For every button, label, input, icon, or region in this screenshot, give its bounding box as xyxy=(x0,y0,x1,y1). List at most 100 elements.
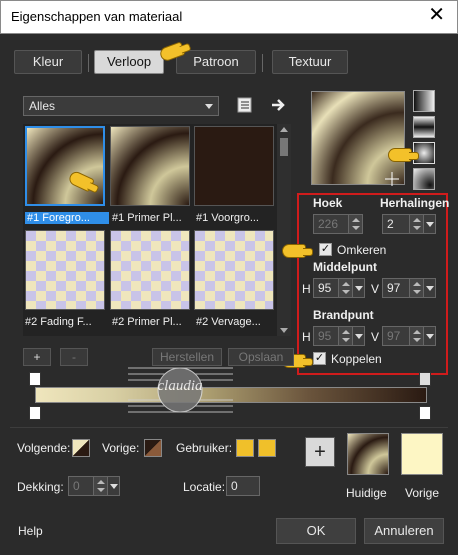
vorige-swatch[interactable] xyxy=(144,439,162,457)
category-value: Alles xyxy=(29,99,56,113)
middelpunt-h-input[interactable]: 95 xyxy=(313,278,365,298)
brandpunt-v-label: V xyxy=(371,330,380,344)
scroll-up-icon[interactable] xyxy=(280,127,288,132)
arrow-right-icon[interactable] xyxy=(270,96,288,114)
gradient-caption: #2 Vervage... xyxy=(196,316,261,328)
tab-kleur[interactable]: Kleur xyxy=(14,50,82,74)
locatie-input[interactable]: 0 xyxy=(226,476,260,496)
chevron-down-icon xyxy=(205,104,213,109)
opacity-stop-right[interactable] xyxy=(419,372,431,386)
close-icon[interactable]: ✕ xyxy=(428,5,445,25)
brandpunt-v-dropdown[interactable] xyxy=(423,327,435,345)
gradient-caption: #2 Primer Pl... xyxy=(112,316,182,328)
dekking-dropdown[interactable] xyxy=(107,477,119,495)
middelpunt-h-value: 95 xyxy=(318,281,332,295)
vorige-preview-swatch[interactable] xyxy=(401,433,443,475)
claudia-watermark: claudia xyxy=(128,367,233,413)
middelpunt-v-input[interactable]: 97 xyxy=(382,278,436,298)
gradient-caption: #1 Primer Pl... xyxy=(112,212,182,224)
watermark-text: claudia xyxy=(158,378,203,394)
gradient-caption: #2 Fading F... xyxy=(25,316,92,328)
title-bar: Eigenschappen van materiaal ✕ xyxy=(0,0,458,34)
tab-patroon[interactable]: Patroon xyxy=(176,50,256,74)
gradient-thumb-3[interactable] xyxy=(194,126,274,206)
scroll-thumb[interactable] xyxy=(280,138,288,156)
huidige-label: Huidige xyxy=(346,486,387,500)
help-link[interactable]: Help xyxy=(18,524,43,538)
radial-gradient-button[interactable] xyxy=(413,168,435,190)
gebruiker-swatch-2[interactable] xyxy=(258,439,276,457)
brandpunt-v-stepper[interactable] xyxy=(409,327,423,345)
hoek-stepper[interactable] xyxy=(348,215,362,233)
ok-button[interactable]: OK xyxy=(276,518,356,544)
koppelen-checkbox[interactable]: ✓ xyxy=(313,352,326,365)
herhalingen-input[interactable]: 2 xyxy=(382,214,436,234)
herhalingen-dropdown[interactable] xyxy=(423,215,435,233)
middelpunt-h-dropdown[interactable] xyxy=(352,279,364,297)
middelpunt-h-label: H xyxy=(302,282,311,296)
middelpunt-v-value: 97 xyxy=(387,281,401,295)
section-divider xyxy=(10,427,448,428)
window-title: Eigenschappen van materiaal xyxy=(11,9,183,24)
color-stop-left[interactable] xyxy=(29,406,41,420)
locatie-value: 0 xyxy=(231,479,238,493)
gradient-thumb-2[interactable] xyxy=(110,126,190,206)
gradient-thumb-5[interactable] xyxy=(110,230,190,310)
gradient-caption: #1 Foregro... xyxy=(25,212,109,224)
dekking-stepper[interactable] xyxy=(93,477,107,495)
brandpunt-h-value: 95 xyxy=(318,329,332,343)
dialog-footer: Help OK Annuleren xyxy=(0,512,458,555)
koppelen-label: Koppelen xyxy=(331,352,382,366)
middelpunt-v-dropdown[interactable] xyxy=(423,279,435,297)
add-stop-button[interactable]: + xyxy=(23,348,51,366)
tab-verloop[interactable]: Verloop xyxy=(94,50,164,74)
gebruiker-swatch-1[interactable] xyxy=(236,439,254,457)
omkeren-label: Omkeren xyxy=(337,243,387,257)
brandpunt-h-input[interactable]: 95 xyxy=(313,326,365,346)
middelpunt-h-stepper[interactable] xyxy=(338,279,352,297)
pointer-hand-icon xyxy=(282,244,313,258)
dekking-input[interactable]: 0 xyxy=(68,476,120,496)
tab-divider xyxy=(262,54,263,72)
scroll-down-icon[interactable] xyxy=(280,328,288,333)
category-select[interactable]: Alles xyxy=(23,96,219,116)
gradient-thumb-6[interactable] xyxy=(194,230,274,310)
vorige-label: Vorige: xyxy=(102,441,140,455)
volgende-label: Volgende: xyxy=(17,441,71,455)
rectangular-gradient-button[interactable] xyxy=(413,116,435,138)
hoek-value: 226 xyxy=(318,217,339,231)
huidige-swatch[interactable] xyxy=(347,433,389,475)
middelpunt-v-stepper[interactable] xyxy=(409,279,423,297)
cancel-button[interactable]: Annuleren xyxy=(364,518,444,544)
crosshair-icon xyxy=(385,172,399,186)
library-scrollbar[interactable] xyxy=(277,124,291,336)
volgende-swatch[interactable] xyxy=(72,439,90,457)
hoek-input[interactable]: 226 xyxy=(313,214,363,234)
gradient-thumb-1[interactable] xyxy=(25,126,105,206)
brandpunt-h-dropdown[interactable] xyxy=(352,327,364,345)
gradient-thumb-4[interactable] xyxy=(25,230,105,310)
omkeren-checkbox[interactable]: ✓ xyxy=(319,243,332,256)
brandpunt-h-stepper[interactable] xyxy=(338,327,352,345)
tab-divider xyxy=(88,54,89,72)
herhalingen-label: Herhalingen xyxy=(380,196,450,210)
herhalingen-value: 2 xyxy=(387,217,394,231)
herhalingen-stepper[interactable] xyxy=(409,215,423,233)
dekking-value: 0 xyxy=(73,479,80,493)
gradient-caption: #1 Voorgro... xyxy=(196,212,259,224)
remove-stop-button[interactable]: - xyxy=(60,348,88,366)
add-to-custom-button[interactable]: + xyxy=(305,437,335,467)
save-gradient-button[interactable]: Opslaan xyxy=(228,348,294,366)
middelpunt-v-label: V xyxy=(371,282,380,296)
library-options-icon[interactable] xyxy=(236,96,254,114)
gradient-preview xyxy=(311,91,405,185)
linear-gradient-button[interactable] xyxy=(413,90,435,112)
brandpunt-v-value: 97 xyxy=(387,329,401,343)
tab-textuur[interactable]: Textuur xyxy=(272,50,348,74)
dekking-label: Dekking: xyxy=(17,480,64,494)
brandpunt-v-input[interactable]: 97 xyxy=(382,326,436,346)
middelpunt-label: Middelpunt xyxy=(313,260,377,274)
brandpunt-h-label: H xyxy=(302,330,311,344)
color-stop-right[interactable] xyxy=(419,406,431,420)
opacity-stop-left[interactable] xyxy=(29,372,41,386)
